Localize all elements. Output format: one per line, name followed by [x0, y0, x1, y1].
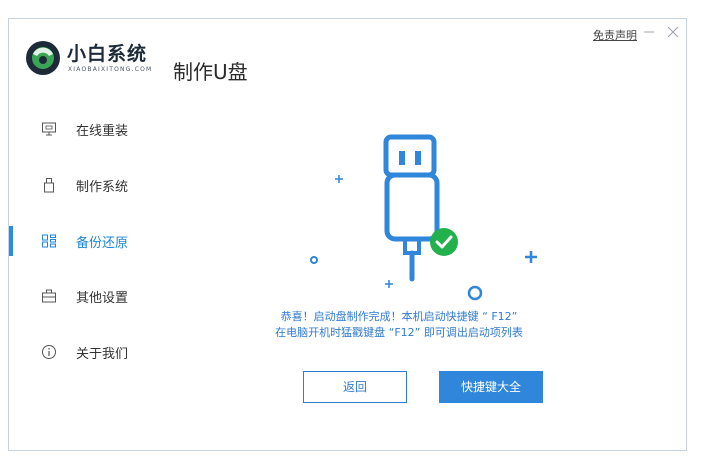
sidebar-item-other-settings[interactable]: 其他设置: [9, 276, 169, 316]
monitor-icon: [42, 122, 56, 136]
sidebar-item-make-system[interactable]: 制作系统: [9, 165, 169, 205]
success-check-icon: [430, 228, 458, 256]
brand-domain: XIAOBAIXITONG.COM: [68, 66, 153, 73]
briefcase-icon: [42, 289, 56, 303]
brand-name: 小白系统: [67, 43, 148, 65]
grid-icon: [42, 234, 56, 248]
page-title: 制作U盘: [173, 60, 248, 84]
usb-drive-icon: [44, 178, 54, 193]
sidebar-item-online-reinstall[interactable]: 在线重装: [9, 109, 169, 149]
disclaimer-link[interactable]: 免责声明: [593, 27, 637, 43]
logo-icon: [26, 41, 60, 75]
success-message: 恭喜！启动盘制作完成！本机启动快捷键 “ F12”: [280, 310, 518, 323]
sidebar-item-label: 制作系统: [76, 180, 129, 195]
sidebar-item-label: 在线重装: [76, 124, 129, 139]
active-indicator: [9, 226, 13, 256]
info-icon: [42, 345, 56, 359]
close-icon[interactable]: [666, 25, 680, 39]
back-button[interactable]: 返回: [303, 371, 407, 403]
sidebar-item-backup-restore[interactable]: 备份还原: [9, 221, 169, 261]
minimize-icon[interactable]: [642, 25, 656, 39]
sidebar-item-label: 其他设置: [76, 291, 129, 306]
app-window: 小白系统 XIAOBAIXITONG.COM 制作U盘 免责声明 在线重装 制作…: [8, 18, 687, 451]
usb-plug-icon: [383, 134, 440, 282]
sidebar-item-about-us[interactable]: 关于我们: [9, 332, 169, 372]
usb-success-illustration: [310, 134, 537, 301]
sidebar-item-label: 关于我们: [76, 347, 129, 362]
sidebar-item-label: 备份还原: [76, 236, 129, 251]
hotkeys-list-button[interactable]: 快捷键大全: [439, 371, 543, 403]
hotkey-hint-message: 在电脑开机时猛戳键盘 “F12” 即可调出启动项列表: [275, 326, 523, 339]
